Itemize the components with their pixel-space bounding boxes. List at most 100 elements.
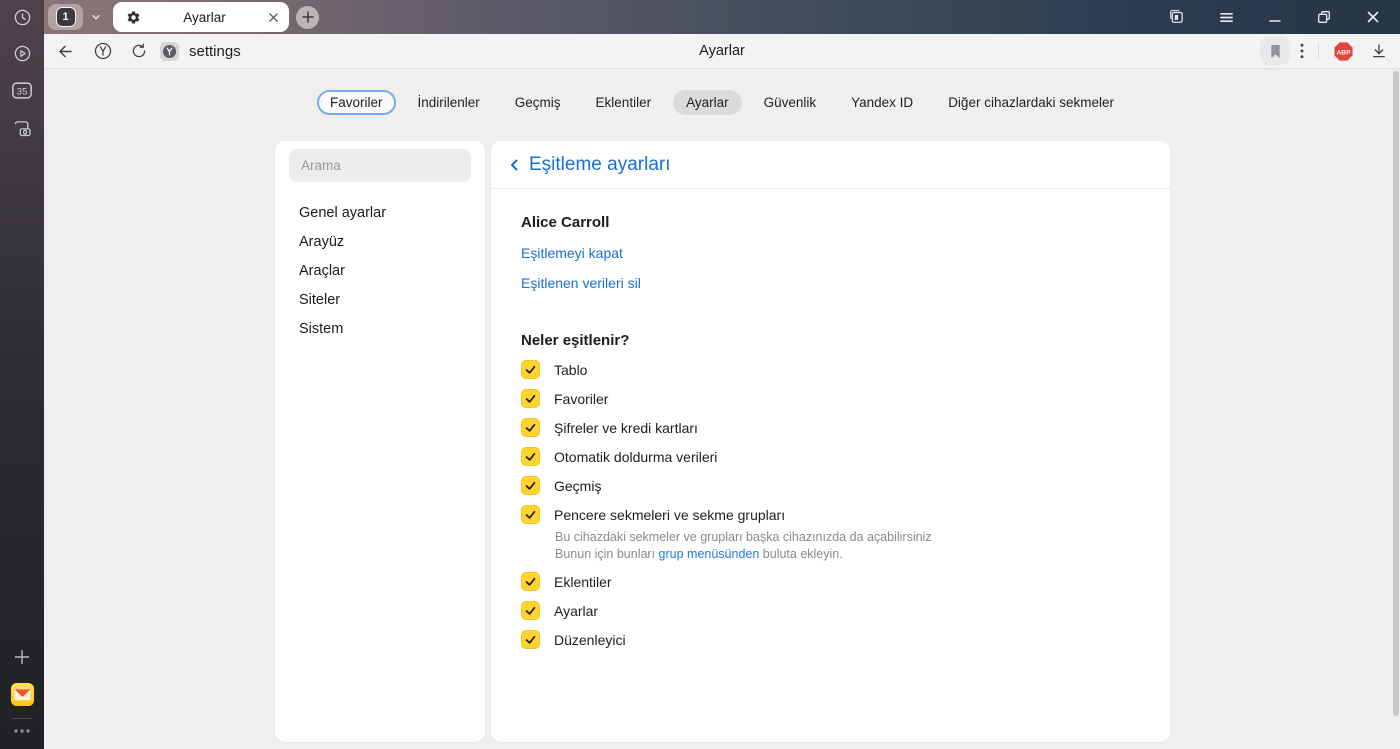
settings-nav-item-2[interactable]: Araçlar (275, 257, 485, 286)
tab-strip: 1 Ayarlar (44, 0, 1400, 34)
account-name: Alice Carroll (521, 214, 610, 231)
svg-text:ABP: ABP (1336, 49, 1351, 56)
checkbox-label-5: Pencere sekmeleri ve sekme grupları (554, 506, 786, 523)
checkbox-label-1: Favoriler (554, 390, 609, 407)
checkbox-5[interactable] (521, 505, 540, 524)
restore-window-icon[interactable] (1316, 9, 1332, 25)
page-title: Eşitleme ayarları (529, 153, 671, 175)
sync-item-row-1: Favoriler (521, 384, 1140, 413)
yandex-button-icon[interactable] (93, 41, 113, 61)
tab-group-chevron-down-icon[interactable] (89, 10, 103, 24)
checkbox-2[interactable] (521, 418, 540, 437)
tab-group-count: 1 (55, 7, 76, 27)
sync-item-row-0: Tablo (521, 355, 1140, 384)
sync-item-row-5: Pencere sekmeleri ve sekme grupları (521, 500, 1140, 529)
sync-items-list: Tablo Favoriler Şifreler ve kredi kartları… (521, 355, 1140, 654)
window-controls (1167, 8, 1400, 26)
settings-nav-item-0[interactable]: Genel ayarlar (275, 199, 485, 228)
nav-tab-6[interactable]: Yandex ID (838, 90, 926, 115)
settings-nav-item-1[interactable]: Arayüz (275, 228, 485, 257)
nav-tab-0[interactable]: Favoriler (316, 90, 396, 115)
sync-item-row-4: Geçmiş (521, 471, 1140, 500)
top-nav-tabs: Favoriler İndirilenler Geçmiş Eklentiler Aya… (44, 90, 1400, 115)
side-rail: 35 (0, 0, 44, 749)
downloads-icon[interactable] (1370, 42, 1388, 60)
settings-nav-item-4[interactable]: Sistem (275, 315, 485, 344)
checkbox-0[interactable] (521, 360, 540, 379)
tab-gear-icon (126, 10, 141, 25)
tab-title: Ayarlar (183, 9, 226, 25)
svg-text:35: 35 (17, 87, 28, 98)
new-tab-button[interactable] (296, 5, 319, 29)
menu-hamburger-icon[interactable] (1219, 11, 1234, 24)
add-panel-icon[interactable] (0, 648, 44, 666)
delete-synced-data-link[interactable]: Eşitlenen verileri sil (521, 274, 1140, 292)
sync-item-description: Bu cihazdaki sekmeler ve grupları başka … (555, 529, 1140, 563)
back-chevron-icon[interactable] (507, 157, 521, 173)
back-icon[interactable] (56, 42, 75, 61)
section-title: Neler eşitlenir? (521, 332, 630, 349)
close-window-icon[interactable] (1366, 10, 1380, 24)
checkbox-4[interactable] (521, 476, 540, 495)
browser-tab[interactable]: Ayarlar (113, 2, 289, 32)
settings-sidebar: Genel ayarlarArayüzAraçlarSitelerSistem (275, 141, 485, 742)
checkbox-label-3: Otomatik doldurma verileri (554, 448, 718, 465)
refresh-icon[interactable] (130, 42, 148, 60)
checkbox-label-2: Şifreler ve kredi kartları (554, 419, 698, 436)
description-line-1: Bu cihazdaki sekmeler ve grupları başka … (555, 530, 932, 544)
sync-settings-body: Alice Carroll Eşitlemeyi kapat Eşitlenen… (491, 189, 1170, 654)
history-clock-icon[interactable] (0, 8, 44, 27)
page-scrollbar-thumb[interactable] (1393, 71, 1399, 716)
sync-settings-panel: Eşitleme ayarları Alice Carroll Eşitleme… (491, 141, 1170, 742)
tab-group-chip[interactable]: 1 (48, 4, 83, 30)
address-toolbar: settings Ayarlar ABP (44, 34, 1400, 69)
rail-divider (12, 718, 32, 719)
toolbar-divider (1318, 43, 1319, 59)
disable-sync-link[interactable]: Eşitlemeyi kapat (521, 244, 1140, 262)
checkbox-6[interactable] (521, 572, 540, 591)
description-line-2: Bunun için bunları grup menüsünden bulut… (555, 547, 843, 561)
settings-nav-list: Genel ayarlar Arayüz Araçlar Siteler Sistem (275, 199, 485, 344)
checkbox-label-7: Ayarlar (554, 602, 599, 619)
checkbox-label-8: Düzenleyici (554, 631, 626, 648)
settings-nav-item-3[interactable]: Siteler (275, 286, 485, 315)
checkbox-7[interactable] (521, 601, 540, 620)
screenshot-icon[interactable] (0, 118, 44, 138)
checkbox-1[interactable] (521, 389, 540, 408)
tab-close-icon[interactable] (268, 12, 279, 23)
checkbox-label-6: Eklentiler (554, 573, 612, 590)
search-input[interactable] (301, 158, 459, 173)
settings-page: Favoriler İndirilenler Geçmiş Eklentiler Aya… (44, 69, 1400, 749)
counter-badge[interactable]: 35 (0, 81, 44, 100)
checkbox-8[interactable] (521, 630, 540, 649)
more-options-icon[interactable] (0, 727, 44, 735)
nav-tab-3[interactable]: Eklentiler (583, 90, 665, 115)
bookmark-icon[interactable] (1260, 37, 1290, 65)
extensions-kebab-icon[interactable] (1300, 43, 1304, 59)
side-panel-icon[interactable] (1167, 8, 1185, 26)
nav-tab-2[interactable]: Geçmiş (502, 90, 574, 115)
checkbox-3[interactable] (521, 447, 540, 466)
sync-item-row-3: Otomatik doldurma verileri (521, 442, 1140, 471)
adblock-extension-icon[interactable]: ABP (1333, 41, 1354, 62)
settings-search[interactable] (289, 149, 471, 182)
minimize-icon[interactable] (1268, 10, 1282, 24)
sync-item-row-6: Eklentiler (521, 567, 1140, 596)
sync-item-row-8: Düzenleyici (521, 625, 1140, 654)
nav-tab-5[interactable]: Güvenlik (751, 90, 830, 115)
sync-settings-header: Eşitleme ayarları (491, 141, 1170, 189)
checkbox-label-0: Tablo (554, 361, 588, 378)
checkbox-label-4: Geçmiş (554, 477, 602, 494)
group-menu-link[interactable]: grup menüsünden (659, 547, 760, 561)
play-icon[interactable] (0, 44, 44, 63)
page-favicon (160, 41, 179, 61)
yandex-mail-icon[interactable] (0, 682, 44, 707)
nav-tab-1[interactable]: İndirilenler (405, 90, 493, 115)
sync-item-row-2: Şifreler ve kredi kartları (521, 413, 1140, 442)
nav-tab-7[interactable]: Diğer cihazlardaki sekmeler (935, 90, 1127, 115)
sync-item-row-7: Ayarlar (521, 596, 1140, 625)
toolbar-right: ABP (1260, 37, 1388, 65)
nav-tab-4[interactable]: Ayarlar (673, 90, 742, 115)
url-text[interactable]: settings (189, 43, 241, 60)
omnibox-page-title: Ayarlar (699, 43, 745, 59)
